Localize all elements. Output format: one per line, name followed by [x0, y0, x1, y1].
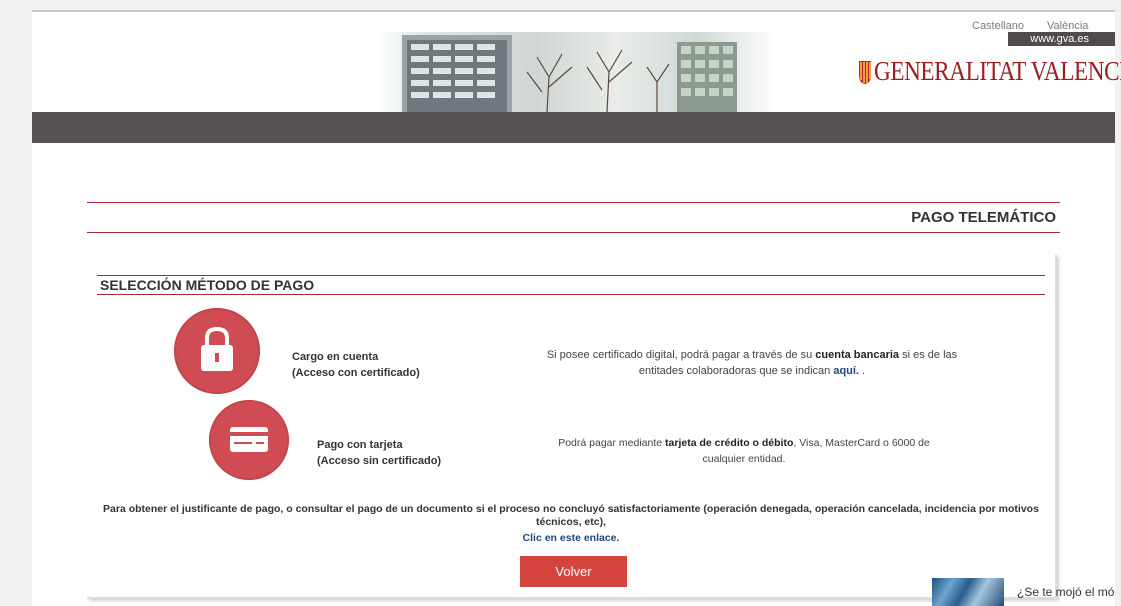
top-border	[32, 10, 1115, 12]
entidades-link[interactable]: aquí.	[833, 365, 859, 377]
cargo-desc-text-3: .	[859, 365, 866, 377]
cargo-en-cuenta-label[interactable]: Cargo en cuenta (Acceso con certificado)	[292, 349, 420, 381]
title-rule-top	[87, 202, 1060, 203]
payment-method-panel: SELECCIÓN MÉTODO DE PAGO Cargo en cuenta…	[87, 255, 1057, 599]
popup-thumbnail[interactable]	[932, 578, 1004, 606]
cargo-desc-text: Si posee certificado digital, podrá paga…	[546, 349, 816, 361]
page: Castellano València www.gva.es GENERALIT…	[32, 10, 1121, 606]
tarjeta-desc-text: Podrá pagar mediante	[558, 437, 666, 449]
popup-text[interactable]: ¿Se te mojó el mó	[1017, 585, 1114, 599]
pago-con-tarjeta-label-line1: Pago con tarjeta	[317, 439, 403, 451]
title-rule-bottom	[87, 232, 1060, 233]
cargo-en-cuenta-label-line2: (Acceso con certificado)	[292, 367, 420, 379]
generalitat-logo[interactable]: GENERALITAT VALENCIANA	[856, 56, 1121, 87]
pago-con-tarjeta-description: Podrá pagar mediante tarjeta de crédito …	[549, 435, 939, 467]
cargo-en-cuenta-label-line1: Cargo en cuenta	[292, 351, 379, 363]
pago-con-tarjeta-label[interactable]: Pago con tarjeta (Acceso sin certificado…	[317, 437, 441, 469]
tarjeta-desc-bold: tarjeta de crédito o débito	[665, 437, 794, 449]
panel-rule-bottom	[97, 294, 1045, 295]
pago-con-tarjeta-button[interactable]	[209, 400, 289, 480]
nav-bar	[32, 112, 1115, 143]
justificante-link[interactable]: Clic en este enlace.	[87, 532, 1055, 544]
panel-rule-top	[97, 275, 1045, 276]
header-photo	[377, 32, 777, 112]
panel-title: SELECCIÓN MÉTODO DE PAGO	[100, 277, 315, 293]
justificante-text: Para obtener el justificante de pago, o …	[103, 503, 1039, 528]
credit-card-icon	[230, 427, 268, 452]
buildings-image	[402, 35, 737, 112]
gva-bar: www.gva.es	[1008, 32, 1115, 46]
lock-icon	[201, 326, 233, 371]
lang-valencia-link[interactable]: València	[1047, 20, 1088, 32]
pago-con-tarjeta-label-line2: (Acceso sin certificado)	[317, 455, 442, 467]
gva-link[interactable]: www.gva.es	[1030, 32, 1089, 46]
page-title: PAGO TELEMÁTICO	[911, 209, 1056, 226]
volver-button[interactable]: Volver	[520, 556, 627, 587]
lang-castellano-link[interactable]: Castellano	[972, 20, 1024, 32]
cargo-en-cuenta-description: Si posee certificado digital, podrá paga…	[527, 347, 977, 379]
coat-of-arms-icon	[859, 60, 871, 84]
cargo-en-cuenta-button[interactable]	[174, 308, 260, 394]
cargo-desc-bold: cuenta bancaria	[815, 349, 900, 361]
brand-name: GENERALITAT VALENCIANA	[874, 56, 1121, 86]
